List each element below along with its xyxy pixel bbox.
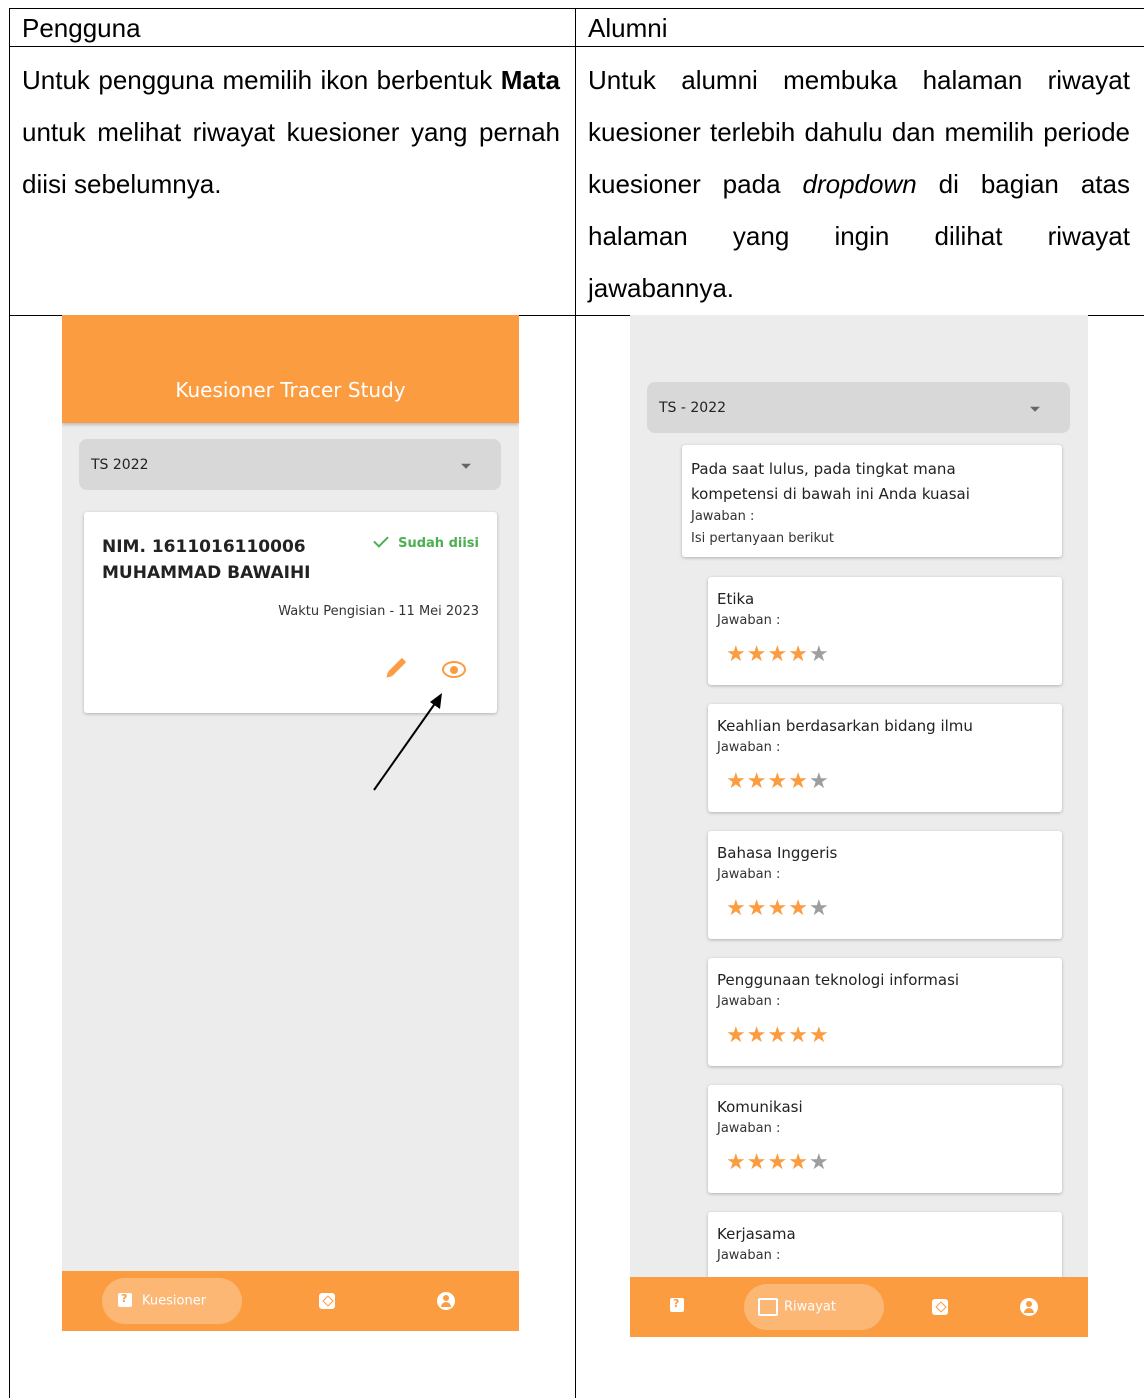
rating-title: Keahlian berdasarkan bidang ilmu <box>717 717 973 735</box>
clipboard-icon[interactable] <box>932 1299 948 1315</box>
rating-title: Penggunaan teknologi informasi <box>717 971 960 989</box>
account-icon[interactable] <box>437 1292 455 1310</box>
app-title: Kuesioner Tracer Study <box>175 378 406 402</box>
answer-label: Jawaban : <box>717 1121 781 1136</box>
star-filled-icon: ★ <box>767 896 789 921</box>
period-dropdown[interactable]: TS - 2022 <box>647 382 1070 433</box>
star-filled-icon: ★ <box>788 896 809 921</box>
left-description: Untuk pengguna memilih ikon berbentuk Ma… <box>22 65 560 199</box>
star-filled-icon: ★ <box>808 1023 830 1048</box>
star-rating: ★★★★★ <box>726 898 830 920</box>
star-filled-icon: ★ <box>746 1023 768 1048</box>
rating-card: Bahasa Inggeris Jawaban : ★★★★★ <box>708 831 1062 939</box>
answer-text: Isi pertanyaan berikut <box>691 531 834 546</box>
star-filled-icon: ★ <box>746 896 768 921</box>
rating-card: Penggunaan teknologi informasi Jawaban : ★… <box>708 958 1062 1066</box>
account-icon[interactable] <box>1020 1298 1038 1316</box>
answer-label: Jawaban : <box>717 994 781 1009</box>
star-rating: ★★★★★ <box>726 644 830 666</box>
answer-label: Jawaban : <box>717 1248 781 1263</box>
star-rating: ★★★★★ <box>726 1152 830 1174</box>
rating-card: Keahlian berdasarkan bidang ilmu Jawaban … <box>708 704 1062 812</box>
star-filled-icon: ★ <box>726 769 747 794</box>
star-filled-icon: ★ <box>788 642 809 667</box>
check-icon <box>373 532 389 548</box>
chevron-down-icon <box>461 463 471 469</box>
table-border-middle <box>575 8 576 1398</box>
bottom-nav: Riwayat <box>630 1277 1088 1337</box>
dropdown-value: TS - 2022 <box>659 399 727 416</box>
star-filled-icon: ★ <box>726 1150 747 1175</box>
eye-icon[interactable] <box>442 661 466 678</box>
status-text: Sudah diisi <box>398 536 479 551</box>
answer-label: Jawaban : <box>691 509 755 524</box>
rating-title: Bahasa Inggeris <box>717 844 838 862</box>
star-filled-icon: ★ <box>767 769 789 794</box>
right-description: Untuk alumni membuka halaman riwayat kue… <box>588 65 1130 303</box>
star-filled-icon: ★ <box>746 642 768 667</box>
table-border-left <box>9 8 10 1398</box>
clipboard-icon[interactable] <box>319 1293 335 1309</box>
rating-card: Etika Jawaban : ★★★★★ <box>708 577 1062 685</box>
question-title: Pada saat lulus, pada tingkat mana kompe… <box>691 460 970 503</box>
chevron-down-icon <box>1030 406 1040 412</box>
nav-kuesioner-label: Kuesioner <box>142 1293 207 1309</box>
table-row-divider-1 <box>9 46 1144 47</box>
star-filled-icon: ★ <box>746 769 768 794</box>
star-empty-icon: ★ <box>808 642 830 667</box>
rating-title: Komunikasi <box>717 1098 803 1116</box>
answer-label: Jawaban : <box>717 613 781 628</box>
star-filled-icon: ★ <box>788 1023 809 1048</box>
nim-text: NIM. 1611016110006 <box>102 537 306 557</box>
header-alumni: Alumni <box>588 13 668 43</box>
star-filled-icon: ★ <box>767 1150 789 1175</box>
star-filled-icon: ★ <box>726 896 747 921</box>
questionnaire-icon[interactable] <box>670 1297 684 1312</box>
nav-riwayat[interactable]: Riwayat <box>744 1284 884 1330</box>
nav-riwayat-label: Riwayat <box>784 1299 836 1315</box>
question-card: Pada saat lulus, pada tingkat mana kompe… <box>682 445 1062 557</box>
rating-title: Kerjasama <box>717 1225 796 1243</box>
dropdown-value: TS 2022 <box>91 456 149 473</box>
respondent-info: NIM. 1611016110006 MUHAMMAD BAWAIHI <box>102 534 311 586</box>
status-badge: Sudah diisi <box>373 532 479 551</box>
respondent-card: NIM. 1611016110006 MUHAMMAD BAWAIHI Suda… <box>84 512 497 713</box>
alumni-app-screenshot: TS - 2022 Pada saat lulus, pada tingkat … <box>630 315 1088 1337</box>
fill-time: Waktu Pengisian - 11 Mei 2023 <box>278 604 479 619</box>
star-filled-icon: ★ <box>726 1023 747 1048</box>
star-filled-icon: ★ <box>767 642 789 667</box>
name-text: MUHAMMAD BAWAIHI <box>102 563 311 583</box>
star-filled-icon: ★ <box>788 1150 809 1175</box>
star-rating: ★★★★★ <box>726 1025 830 1047</box>
pencil-icon[interactable] <box>387 657 407 677</box>
rating-card: Komunikasi Jawaban : ★★★★★ <box>708 1085 1062 1193</box>
document-table: Pengguna Alumni Untuk pengguna memilih i… <box>0 0 1144 1398</box>
history-icon <box>758 1298 778 1316</box>
answer-label: Jawaban : <box>717 740 781 755</box>
annotation-arrow <box>373 693 442 791</box>
questionnaire-icon <box>118 1292 132 1307</box>
bottom-nav: Kuesioner <box>62 1271 519 1331</box>
nav-kuesioner[interactable]: Kuesioner <box>102 1278 242 1324</box>
rating-title: Etika <box>717 590 755 608</box>
star-empty-icon: ★ <box>808 896 830 921</box>
star-filled-icon: ★ <box>788 769 809 794</box>
star-filled-icon: ★ <box>767 1023 789 1048</box>
star-rating: ★★★★★ <box>726 771 830 793</box>
app-bar: Kuesioner Tracer Study <box>62 315 519 423</box>
star-filled-icon: ★ <box>746 1150 768 1175</box>
star-filled-icon: ★ <box>726 642 747 667</box>
period-dropdown[interactable]: TS 2022 <box>79 439 501 490</box>
header-pengguna: Pengguna <box>22 13 141 43</box>
answer-label: Jawaban : <box>717 867 781 882</box>
star-empty-icon: ★ <box>808 1150 830 1175</box>
pengguna-app-screenshot: Kuesioner Tracer Study TS 2022 NIM. 1611… <box>62 315 519 1331</box>
star-empty-icon: ★ <box>808 769 830 794</box>
table-border-top <box>9 8 1144 9</box>
